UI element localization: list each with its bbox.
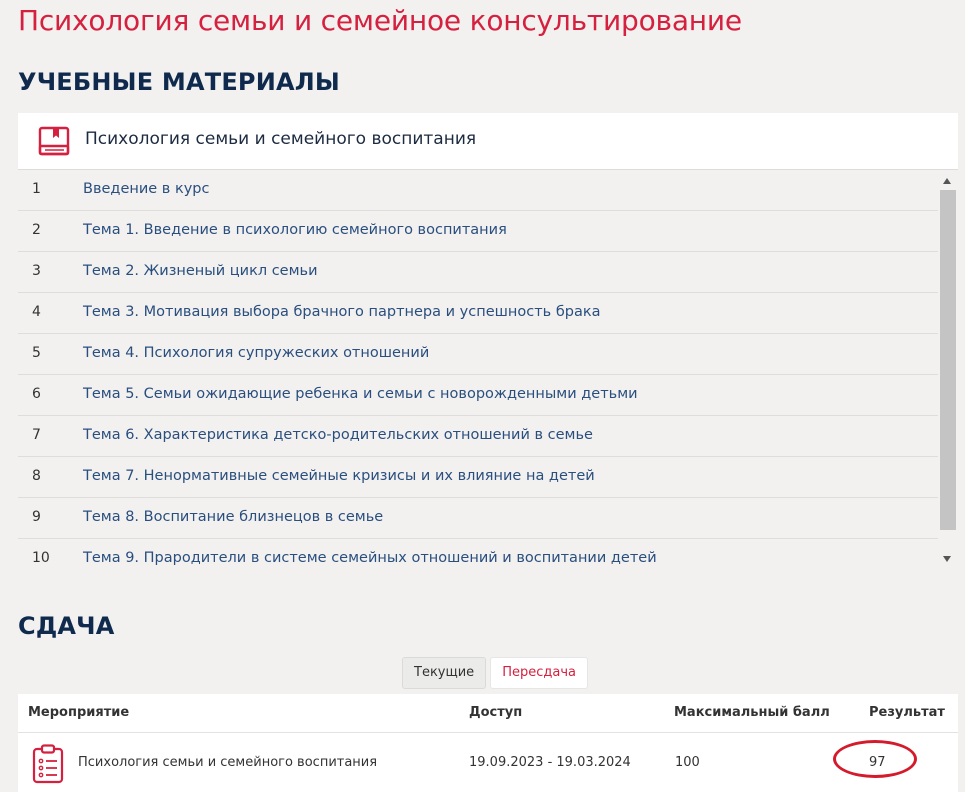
list-item[interactable]: 5 Тема 4. Психология супружеских отношен… [18, 334, 938, 375]
topic-list[interactable]: 1 Введение в курс 2 Тема 1. Введение в п… [18, 170, 938, 580]
topic-number: 7 [32, 427, 41, 443]
topic-number: 5 [32, 345, 41, 361]
scrollbar-thumb[interactable] [940, 190, 956, 530]
topic-number: 2 [32, 222, 41, 238]
topic-number: 10 [32, 550, 50, 566]
access-period: 19.09.2023 - 19.03.2024 [469, 755, 631, 770]
topic-number: 9 [32, 509, 41, 525]
submission-table: Мероприятие Доступ Максимальный балл Рез… [18, 694, 958, 792]
topic-number: 6 [32, 386, 41, 402]
column-header-max-score: Максимальный балл [674, 705, 830, 720]
topic-number: 3 [32, 263, 41, 279]
course-name: Психология семьи и семейного воспитания [85, 129, 477, 149]
tab-retake[interactable]: Пересдача [490, 657, 588, 689]
list-item[interactable]: 6 Тема 5. Семьи ожидающие ребенка и семь… [18, 375, 938, 416]
topic-link[interactable]: Тема 8. Воспитание близнецов в семье [83, 509, 383, 525]
column-header-access: Доступ [469, 705, 523, 720]
topic-link[interactable]: Введение в курс [83, 181, 209, 197]
topic-list-scrollbar[interactable] [938, 170, 956, 580]
scroll-up-arrow-icon[interactable] [943, 178, 951, 184]
max-score: 100 [675, 755, 700, 770]
topic-link[interactable]: Тема 7. Ненормативные семейные кризисы и… [83, 468, 595, 484]
topic-link[interactable]: Тема 6. Характеристика детско-родительск… [83, 427, 593, 443]
list-item[interactable]: 7 Тема 6. Характеристика детско-родитель… [18, 416, 938, 457]
list-item[interactable]: 2 Тема 1. Введение в психологию семейног… [18, 211, 938, 252]
topic-link[interactable]: Тема 1. Введение в психологию семейного … [83, 222, 507, 238]
list-item[interactable]: 8 Тема 7. Ненормативные семейные кризисы… [18, 457, 938, 498]
list-item[interactable]: 3 Тема 2. Жизненый цикл семьи [18, 252, 938, 293]
topic-link[interactable]: Тема 2. Жизненый цикл семьи [83, 263, 318, 279]
scroll-down-arrow-icon[interactable] [943, 556, 951, 562]
topic-number: 1 [32, 181, 41, 197]
column-header-event: Мероприятие [28, 705, 130, 720]
event-name[interactable]: Психология семьи и семейного воспитания [78, 755, 377, 770]
course-header[interactable]: Психология семьи и семейного воспитания [18, 113, 958, 170]
topic-link[interactable]: Тема 4. Психология супружеских отношений [83, 345, 429, 361]
materials-section-title: УЧЕБНЫЕ МАТЕРИАЛЫ [18, 68, 340, 96]
book-icon [38, 126, 70, 156]
list-item[interactable]: 1 Введение в курс [18, 170, 938, 211]
column-header-result: Результат [869, 705, 945, 720]
topic-number: 4 [32, 304, 41, 320]
tab-current[interactable]: Текущие [402, 657, 487, 689]
table-header: Мероприятие Доступ Максимальный балл Рез… [18, 694, 958, 733]
result-highlight-circle [833, 740, 917, 778]
submission-tabs: Текущие Пересдача [402, 657, 588, 689]
list-item[interactable]: 9 Тема 8. Воспитание близнецов в семье [18, 498, 938, 539]
topic-link[interactable]: Тема 3. Мотивация выбора брачного партне… [83, 304, 601, 320]
topic-number: 8 [32, 468, 41, 484]
topic-link[interactable]: Тема 5. Семьи ожидающие ребенка и семьи … [83, 386, 638, 402]
list-item[interactable]: 4 Тема 3. Мотивация выбора брачного парт… [18, 293, 938, 334]
submission-section-title: СДАЧА [18, 612, 115, 640]
clipboard-list-icon [32, 744, 64, 784]
page-title: Психология семьи и семейное консультиров… [18, 4, 742, 37]
topic-link[interactable]: Тема 9. Прародители в системе семейных о… [83, 550, 657, 566]
list-item[interactable]: 10 Тема 9. Прародители в системе семейны… [18, 539, 938, 579]
